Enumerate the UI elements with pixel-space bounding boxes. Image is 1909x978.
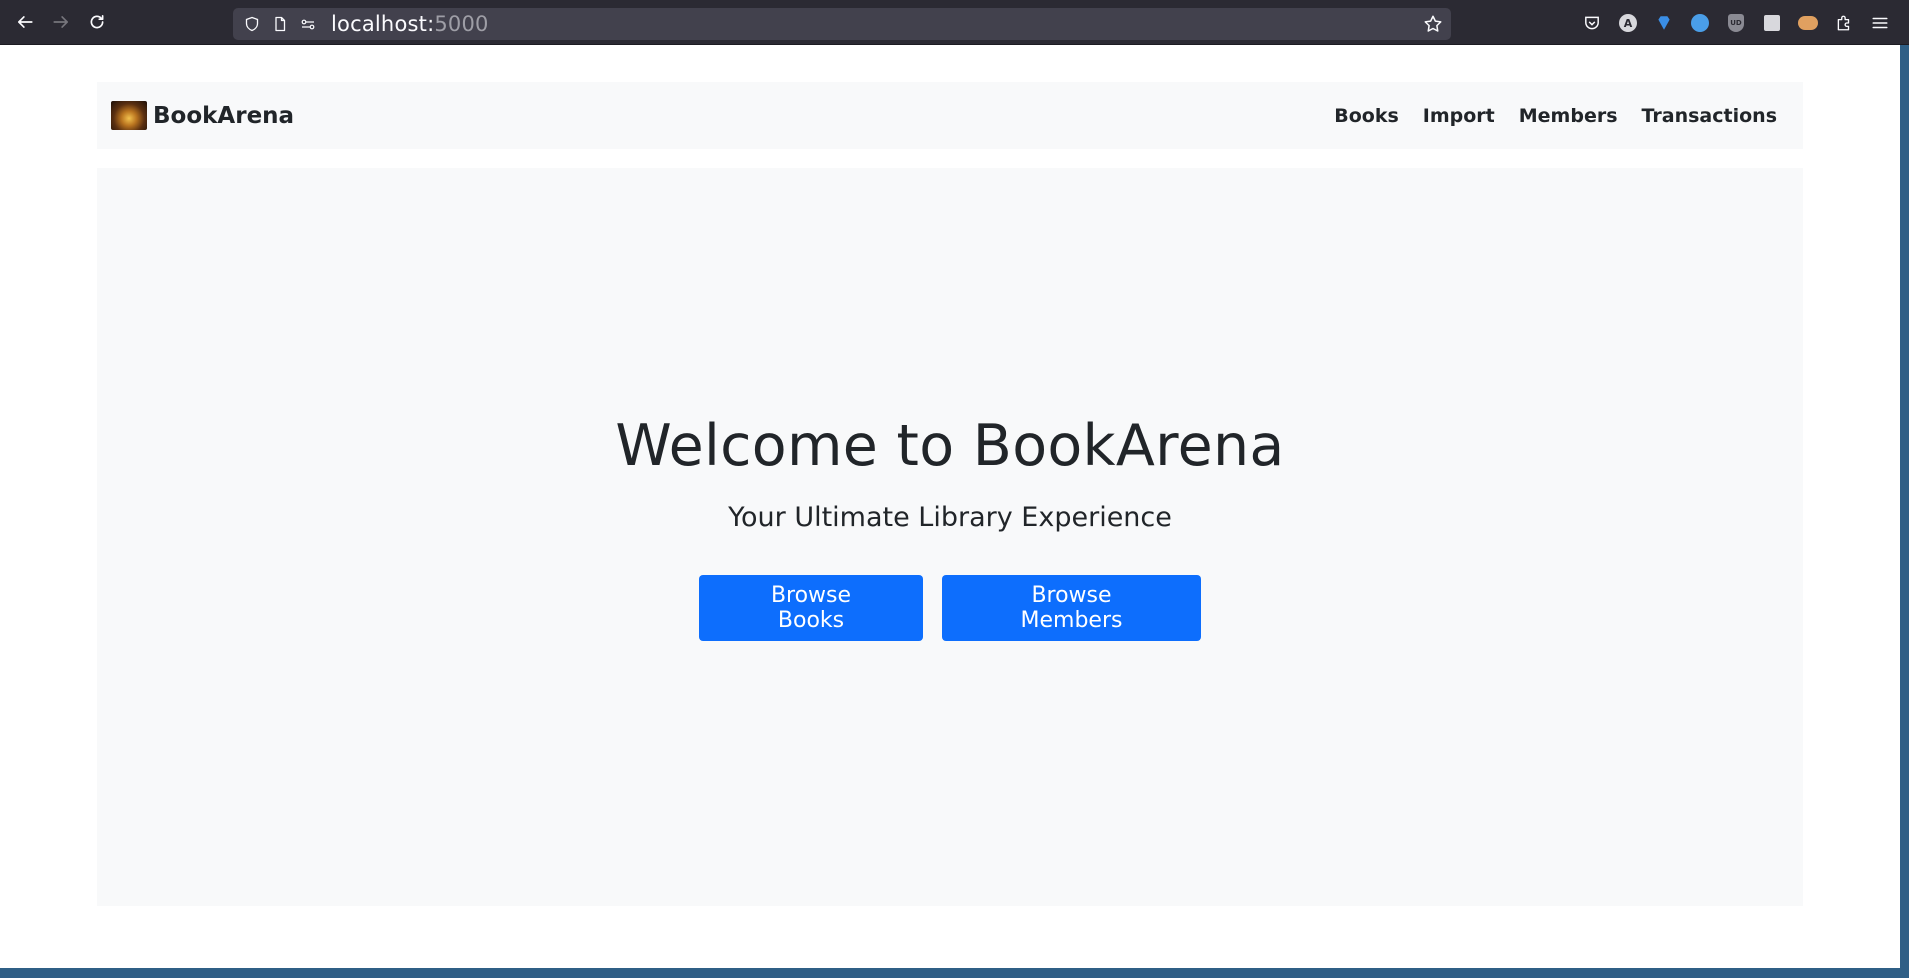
forward-button[interactable] xyxy=(43,4,79,40)
nav-link-transactions[interactable]: Transactions xyxy=(1642,105,1777,127)
back-button[interactable] xyxy=(7,4,43,40)
page-info-icon[interactable] xyxy=(271,15,289,33)
top-navbar: BookArena Books Import Members Transacti… xyxy=(97,82,1803,149)
nav-link-books[interactable]: Books xyxy=(1334,105,1399,127)
reload-button[interactable] xyxy=(79,4,115,40)
extensions-area: A UD xyxy=(1581,10,1891,36)
browser-toolbar: localhost:5000 A UD xyxy=(0,0,1909,45)
address-bar[interactable]: localhost:5000 xyxy=(233,8,1451,40)
url-host: localhost: xyxy=(331,12,435,36)
tracking-shield-icon[interactable] xyxy=(243,15,261,33)
permissions-icon[interactable] xyxy=(299,15,317,33)
url-text[interactable]: localhost:5000 xyxy=(331,12,489,36)
back-arrow-icon xyxy=(17,16,33,28)
browse-members-button[interactable]: Browse Members xyxy=(942,575,1201,641)
hero-title: Welcome to BookArena xyxy=(615,413,1285,479)
nav-links: Books Import Members Transactions xyxy=(1310,105,1789,127)
url-port: 5000 xyxy=(434,12,489,36)
reload-icon xyxy=(90,14,104,29)
pocket-icon[interactable] xyxy=(1581,12,1603,34)
brand-logo-icon xyxy=(111,101,147,130)
menu-hamburger-icon[interactable] xyxy=(1869,12,1891,34)
bookmark-star-icon[interactable] xyxy=(1423,14,1443,34)
page-viewport: BookArena Books Import Members Transacti… xyxy=(0,45,1900,968)
account-a-icon[interactable]: A xyxy=(1617,12,1639,34)
forward-arrow-icon xyxy=(53,16,69,28)
eyes-extension-icon[interactable] xyxy=(1797,12,1819,34)
hero-buttons: Browse Books Browse Members xyxy=(699,575,1201,641)
pen-extension-icon[interactable] xyxy=(1689,12,1711,34)
desktop-background-edge xyxy=(1900,45,1909,978)
extensions-puzzle-icon[interactable] xyxy=(1833,12,1855,34)
browse-books-button[interactable]: Browse Books xyxy=(699,575,923,641)
brand-name: BookArena xyxy=(153,102,295,129)
brand-link[interactable]: BookArena xyxy=(111,101,294,130)
book-extension-icon[interactable] xyxy=(1761,12,1783,34)
ublock-icon[interactable]: UD xyxy=(1725,12,1747,34)
hero-section: Welcome to BookArena Your Ultimate Libra… xyxy=(97,168,1803,906)
nav-link-import[interactable]: Import xyxy=(1423,105,1495,127)
nav-link-members[interactable]: Members xyxy=(1519,105,1618,127)
gem-extension-icon[interactable] xyxy=(1653,12,1675,34)
desktop-background-bottom xyxy=(0,968,1909,978)
hero-subtitle: Your Ultimate Library Experience xyxy=(728,502,1172,533)
